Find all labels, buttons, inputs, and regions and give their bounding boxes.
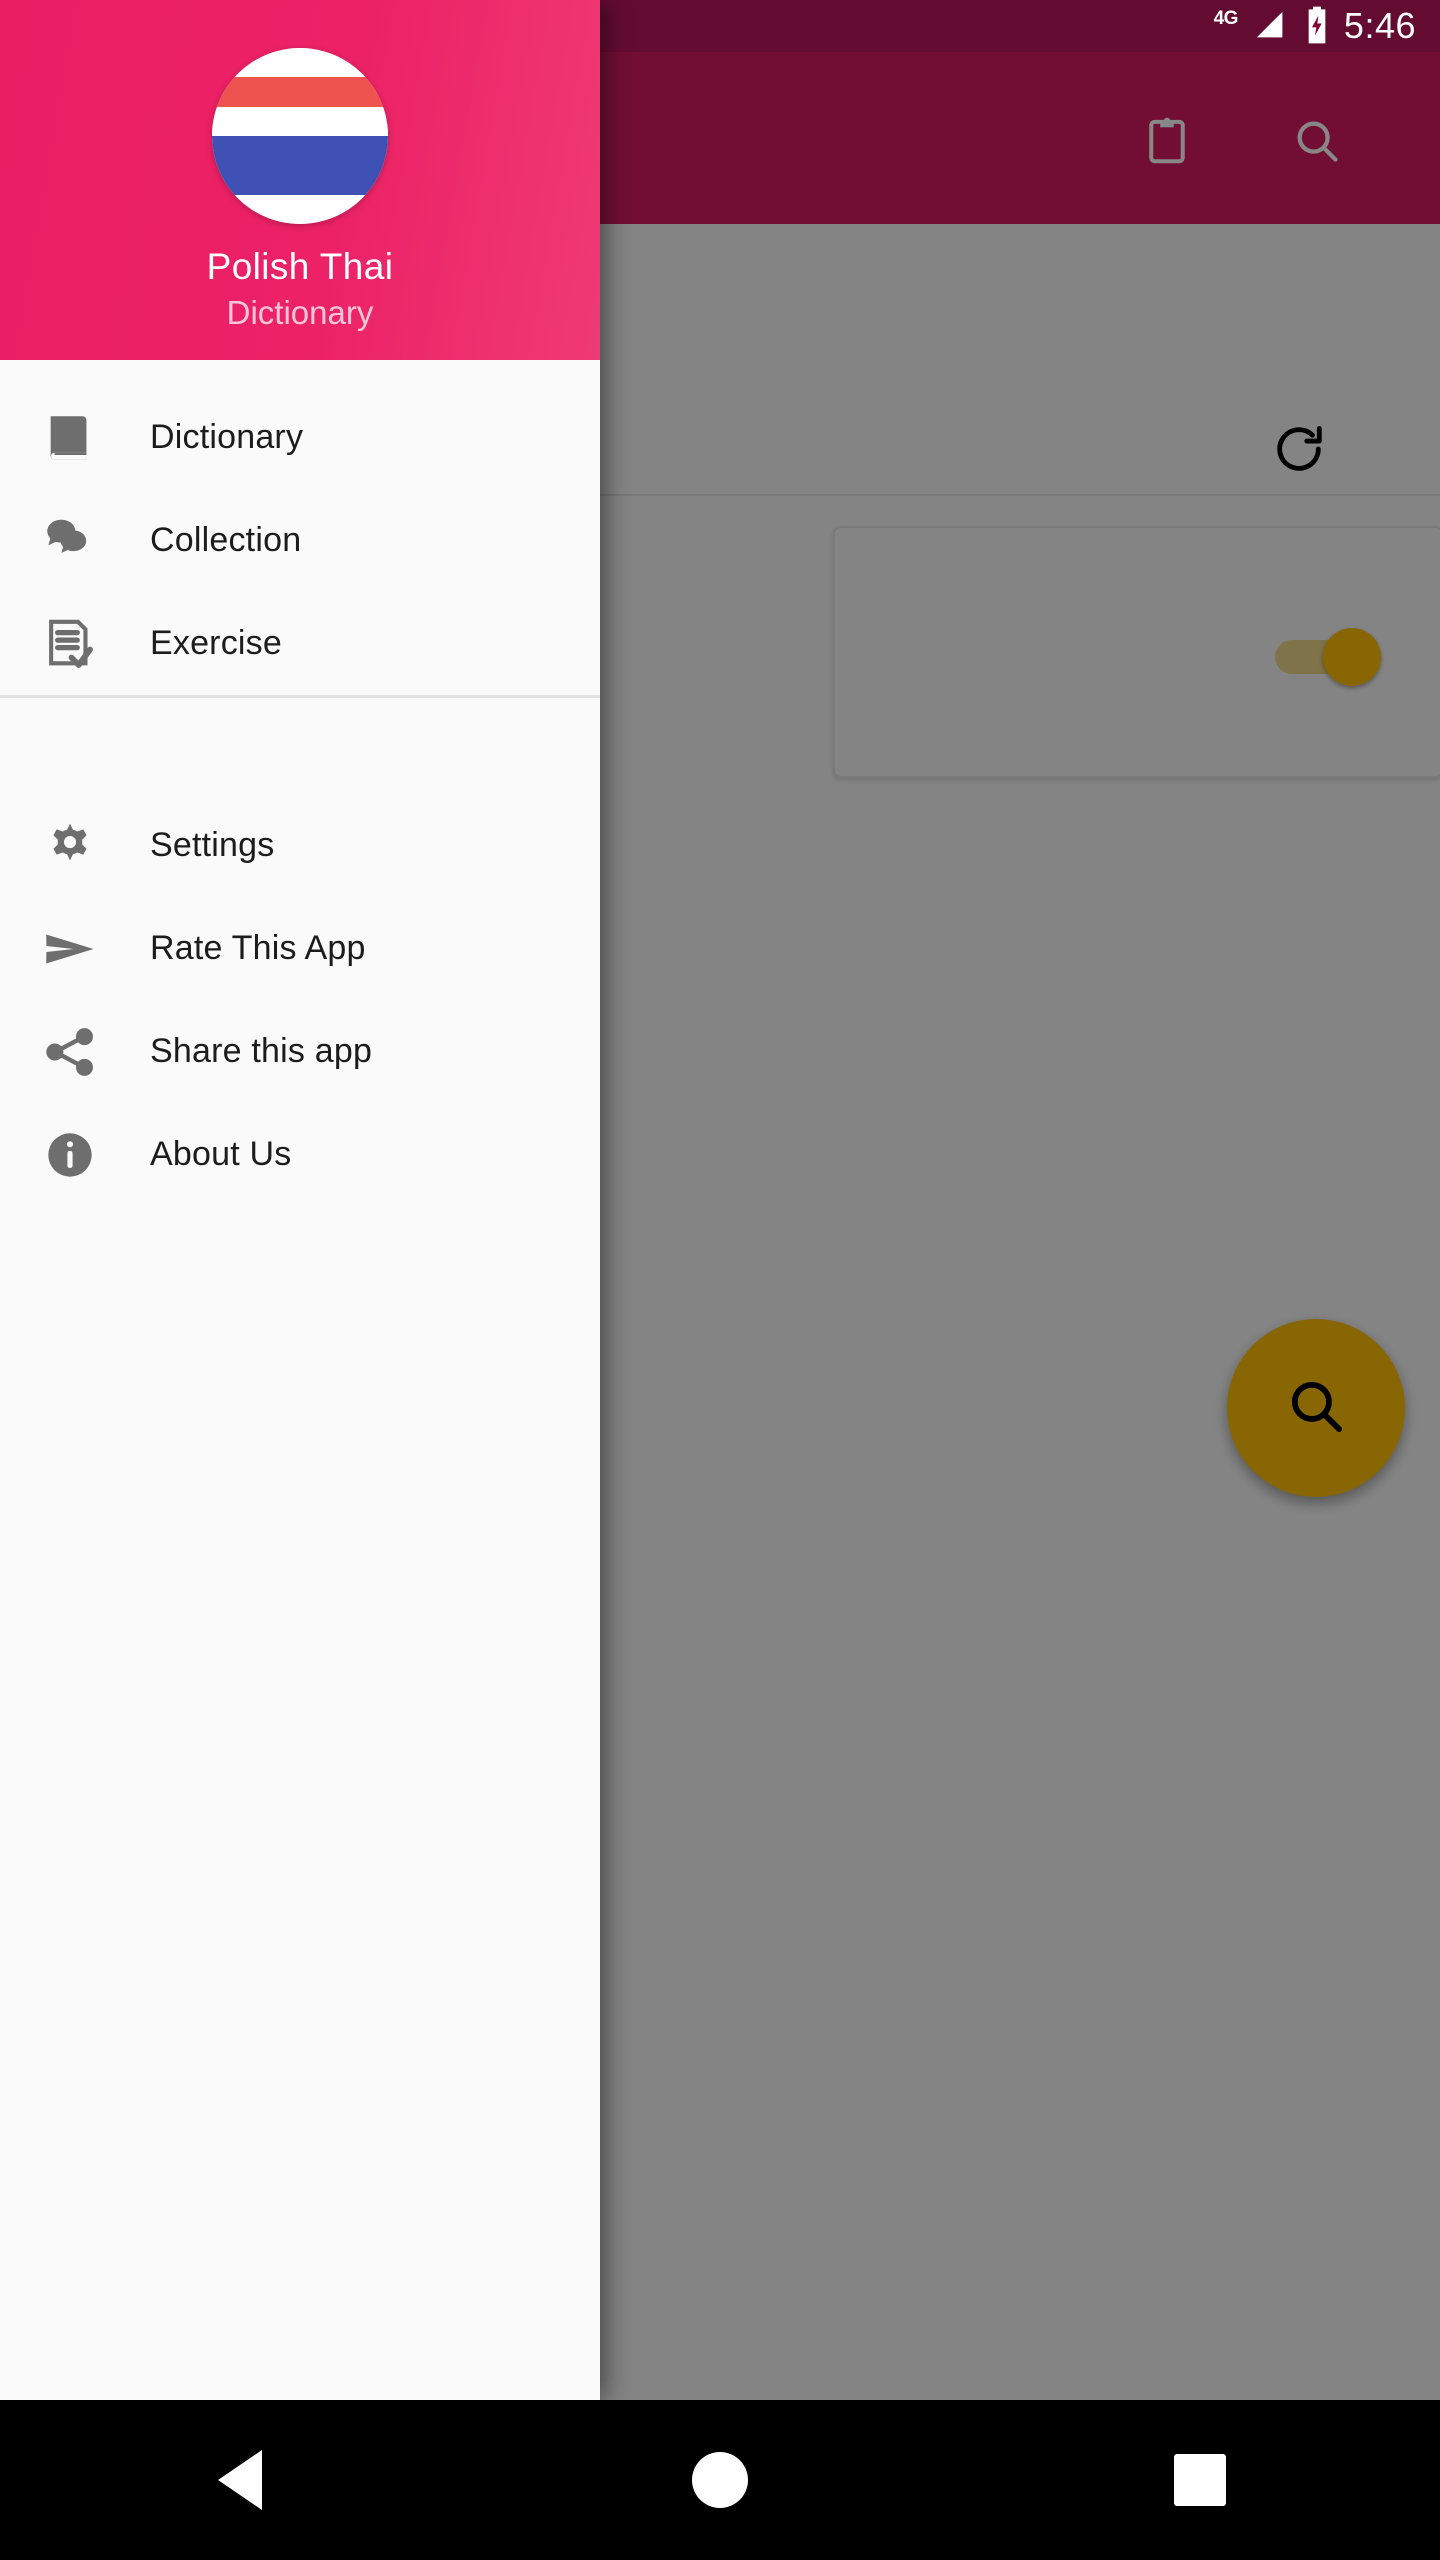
document-check-icon	[34, 615, 106, 673]
sidebar-item-label: Collection	[150, 521, 302, 559]
gear-icon	[34, 818, 106, 874]
home-circle-icon	[692, 2452, 748, 2508]
flag-band-red-top	[212, 77, 388, 107]
send-icon	[34, 919, 106, 979]
sidebar-item-label: Dictionary	[150, 418, 304, 456]
clock-label: 5:46	[1343, 5, 1416, 46]
recents-button[interactable]	[960, 2454, 1440, 2506]
sidebar-item-exercise[interactable]: Exercise	[0, 592, 600, 695]
back-triangle-icon	[218, 2450, 262, 2510]
share-icon	[34, 1024, 106, 1080]
app-subtitle: Dictionary	[226, 294, 374, 331]
home-button[interactable]	[480, 2452, 960, 2508]
sidebar-item-label: Rate This App	[150, 929, 366, 967]
drawer-primary-group: Dictionary Collection Exercise	[0, 360, 600, 695]
thai-flag-avatar	[212, 48, 388, 224]
sidebar-item-dictionary[interactable]: Dictionary	[0, 386, 600, 489]
sidebar-item-rate-this-app[interactable]: Rate This App	[0, 897, 600, 1000]
sidebar-item-share-this-app[interactable]: Share this app	[0, 1000, 600, 1103]
sidebar-item-collection[interactable]: Collection	[0, 489, 600, 592]
sidebar-item-label: About Us	[150, 1135, 292, 1173]
battery-charging-icon	[1304, 5, 1330, 50]
sidebar-item-about-us[interactable]: About Us	[0, 1103, 600, 1206]
sidebar-item-label: Share this app	[150, 1032, 373, 1070]
navigation-drawer: Polish Thai Dictionary Dictionary Collec…	[0, 0, 600, 2400]
status-bar: 4G 5:46	[600, 0, 1440, 52]
app-title: Polish Thai	[206, 246, 394, 287]
screen: 4G 5:46 Polish Thai Dictionary Dictionar…	[0, 0, 1440, 2560]
sidebar-item-settings[interactable]: Settings	[0, 794, 600, 897]
flag-band-blue	[212, 135, 388, 195]
back-button[interactable]	[0, 2450, 480, 2510]
flag-band-white-upper	[212, 106, 388, 136]
android-navigation-bar	[0, 2400, 1440, 2560]
sidebar-item-label: Exercise	[150, 624, 282, 662]
network-type-label: 4G	[1213, 7, 1239, 29]
drawer-secondary-group: Settings Rate This App Share this app Ab…	[0, 698, 600, 1206]
recents-square-icon	[1174, 2454, 1226, 2506]
flag-band-white-lower	[212, 194, 388, 224]
signal-cellular-icon	[1252, 9, 1290, 48]
chat-bubbles-icon	[34, 512, 106, 570]
flag-band-white-top	[212, 48, 388, 78]
sidebar-item-label: Settings	[150, 826, 275, 864]
book-icon	[34, 409, 106, 467]
drawer-header: Polish Thai Dictionary	[0, 0, 600, 360]
info-icon	[34, 1127, 106, 1183]
